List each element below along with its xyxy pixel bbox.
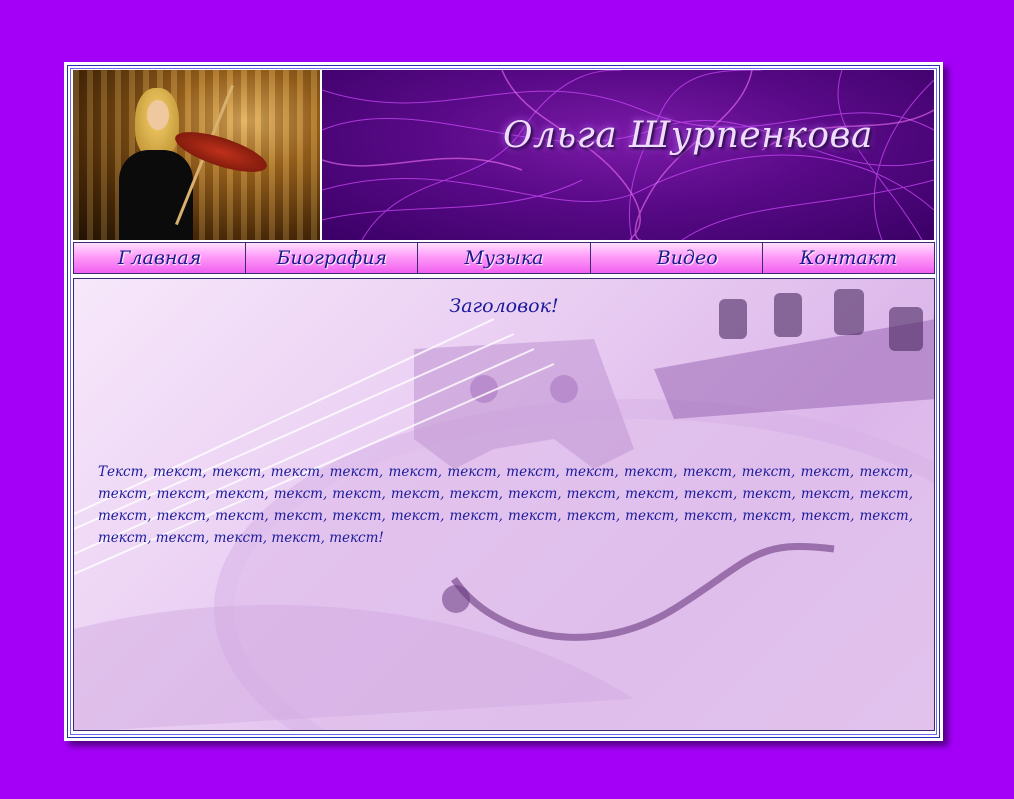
nav-label: Видео	[656, 247, 718, 269]
nav-item-contact[interactable]: Контакт	[762, 243, 935, 273]
page-heading: Заголовок!	[449, 295, 559, 317]
site-title: Ольга Шурпенкова	[503, 115, 873, 156]
nav-item-music[interactable]: Музыка	[418, 243, 591, 273]
nav-item-video[interactable]: Видео	[590, 243, 763, 273]
main-nav: Главная Биография Музыка Видео Контакт	[73, 242, 935, 274]
nav-label: Биография	[276, 247, 388, 269]
nav-item-home[interactable]: Главная	[74, 243, 247, 273]
nav-label: Музыка	[464, 247, 544, 269]
nav-label: Контакт	[799, 247, 898, 269]
header-banner: Ольга Шурпенкова	[322, 70, 934, 240]
violinist-photo	[73, 70, 320, 240]
body-text: Текст, текст, текст, текст, текст, текст…	[98, 464, 913, 546]
nav-label: Главная	[117, 247, 202, 269]
nav-item-biography[interactable]: Биография	[246, 243, 419, 273]
content-area: Заголовок! Текст, текст, текст, текст, т…	[73, 278, 935, 731]
